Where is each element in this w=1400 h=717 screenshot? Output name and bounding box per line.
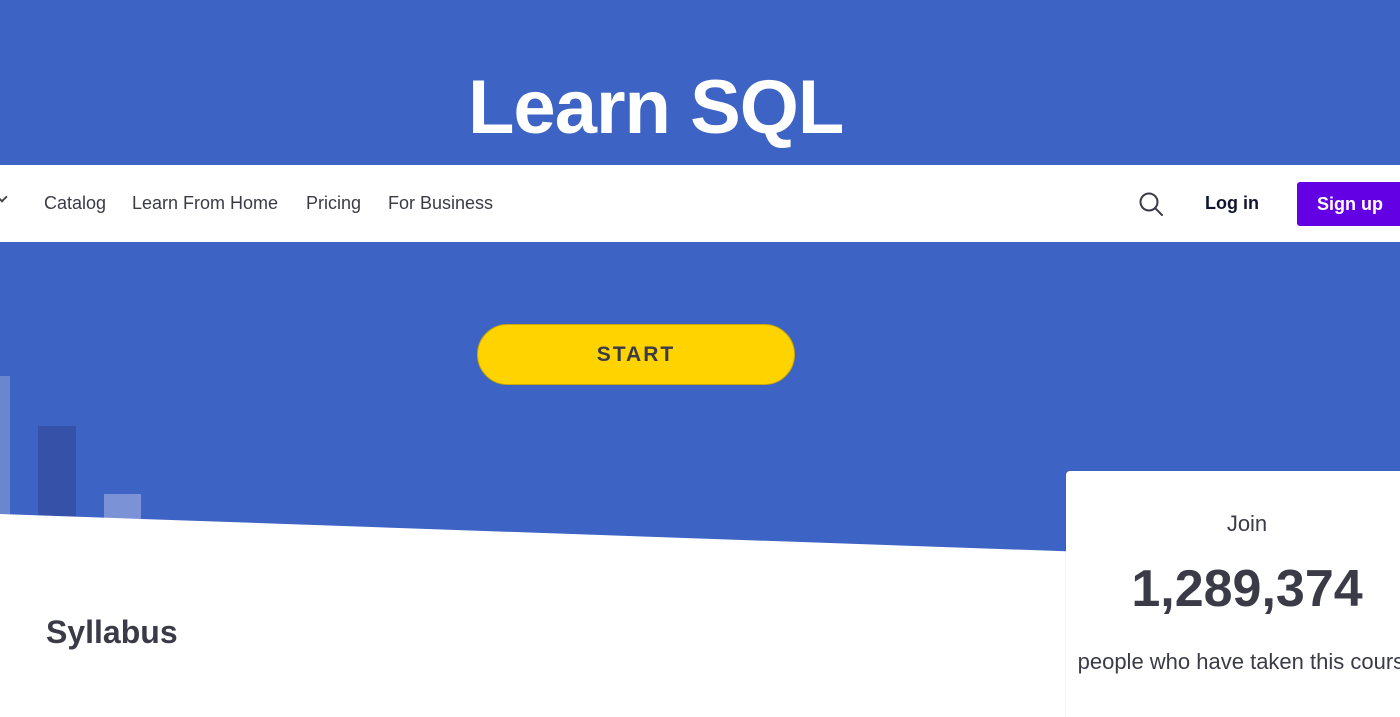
page: Learn SQL Catalog Learn From Home Pricin… — [0, 0, 1400, 717]
start-button[interactable]: START — [477, 324, 795, 385]
nav-link-pricing[interactable]: Pricing — [306, 193, 361, 214]
signup-button[interactable]: Sign up — [1297, 182, 1400, 226]
join-card: Join 1,289,374 people who have taken thi… — [1066, 471, 1400, 717]
login-link[interactable]: Log in — [1205, 193, 1259, 214]
syllabus-heading: Syllabus — [46, 614, 178, 650]
search-icon[interactable] — [1138, 191, 1164, 217]
decorative-bar-2 — [38, 426, 76, 518]
nav-link-learn-from-home[interactable]: Learn From Home — [132, 193, 278, 214]
page-title: Learn SQL — [468, 65, 844, 150]
learner-count: 1,289,374 — [1131, 560, 1363, 618]
join-label: Join — [1226, 511, 1268, 536]
join-description: people who have taken this course — [1077, 649, 1400, 674]
decorative-bar-3 — [104, 494, 141, 520]
nav-link-catalog[interactable]: Catalog — [44, 193, 106, 214]
nav-link-for-business[interactable]: For Business — [388, 193, 493, 214]
decorative-bar-1 — [0, 376, 10, 516]
